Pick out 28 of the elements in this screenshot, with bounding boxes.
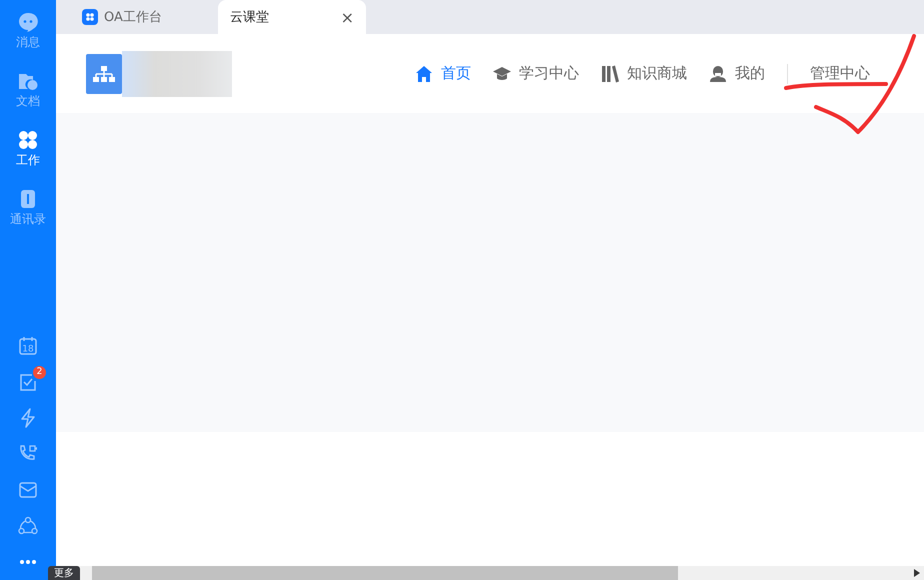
books-icon xyxy=(601,64,619,82)
scroll-right-arrow-icon[interactable] xyxy=(914,569,920,577)
chat-icon xyxy=(18,12,38,32)
nav-link[interactable]: 知识商城 xyxy=(601,64,687,83)
app-grid-icon xyxy=(82,9,98,25)
user-icon xyxy=(709,64,727,82)
tooltip: 更多 xyxy=(48,566,80,580)
nav-link[interactable]: 首页 xyxy=(415,64,471,83)
grid-icon xyxy=(18,130,38,150)
notification-badge: 2 xyxy=(33,366,46,379)
nav-link[interactable]: 学习中心 xyxy=(493,64,579,83)
org-chart-logo-icon xyxy=(86,54,122,94)
tab[interactable]: 云课堂 × xyxy=(218,0,366,34)
home-icon xyxy=(415,64,433,82)
folder-icon xyxy=(18,71,38,91)
tab-label: OA工作台 xyxy=(104,9,162,26)
mail-icon[interactable] xyxy=(18,480,38,500)
network-icon[interactable] xyxy=(18,516,38,536)
checkbox-task-icon[interactable] xyxy=(18,372,38,392)
contact-book-icon xyxy=(18,189,38,209)
more-icon[interactable] xyxy=(19,559,37,565)
graduation-cap-icon xyxy=(493,64,511,82)
nav-link[interactable]: 管理中心 xyxy=(810,64,870,83)
close-button[interactable]: × xyxy=(340,8,354,26)
nav-link[interactable]: 我的 xyxy=(709,64,765,83)
tab-label: 云课堂 xyxy=(230,9,269,26)
tab[interactable]: OA工作台 xyxy=(70,0,218,34)
sidebar-item[interactable]: 工作 xyxy=(14,128,42,171)
